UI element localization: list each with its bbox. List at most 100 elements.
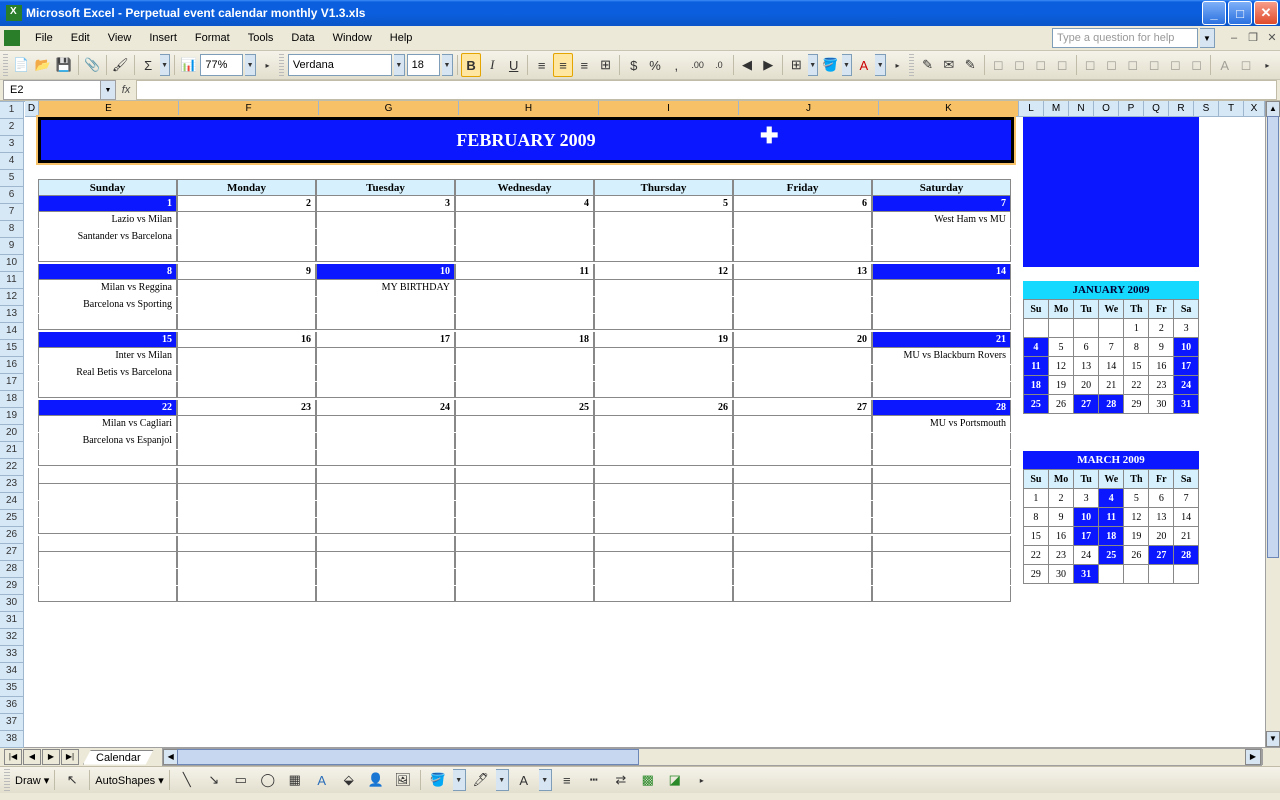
event-cell[interactable] (455, 569, 594, 585)
event-cell[interactable] (316, 348, 455, 364)
event-cell[interactable] (872, 450, 1011, 466)
fill-color-button[interactable]: 🪣 (426, 768, 450, 792)
day-number-cell[interactable] (316, 468, 455, 484)
event-cell[interactable] (455, 433, 594, 449)
toolbar-handle[interactable] (3, 54, 8, 76)
comma-button[interactable]: , (667, 53, 686, 77)
open-button[interactable]: 📂 (33, 53, 52, 77)
event-cell[interactable] (316, 416, 455, 432)
event-cell[interactable] (733, 212, 872, 228)
toolbar-handle[interactable] (4, 769, 10, 791)
fx-button[interactable]: fx (116, 84, 136, 96)
event-cell[interactable] (316, 501, 455, 517)
day-number-cell[interactable]: 6 (733, 196, 872, 212)
event-cell[interactable] (177, 569, 316, 585)
event-cell[interactable] (455, 212, 594, 228)
day-number-cell[interactable]: 10 (316, 264, 455, 280)
event-cell[interactable] (177, 484, 316, 500)
help-dropdown[interactable]: ▼ (1200, 28, 1215, 48)
event-cell[interactable] (733, 297, 872, 313)
event-cell[interactable] (594, 212, 733, 228)
merge-center-button[interactable]: ⊞ (596, 53, 615, 77)
event-cell[interactable]: MU vs Portsmouth (872, 416, 1011, 432)
event-cell[interactable] (455, 280, 594, 296)
event-cell[interactable] (594, 433, 733, 449)
event-cell[interactable] (733, 433, 872, 449)
day-number-cell[interactable]: 11 (455, 264, 594, 280)
decrease-decimal-button[interactable]: .0 (709, 53, 728, 77)
menu-edit[interactable]: Edit (62, 29, 99, 47)
menu-view[interactable]: View (99, 29, 141, 47)
italic-button[interactable]: I (483, 53, 502, 77)
day-number-cell[interactable]: 14 (872, 264, 1011, 280)
event-cell[interactable] (733, 450, 872, 466)
event-cell[interactable] (316, 365, 455, 381)
day-number-cell[interactable]: 1 (38, 196, 177, 212)
doc-minimize-button[interactable]: – (1226, 30, 1242, 46)
tab-first-button[interactable]: |◀ (4, 749, 22, 765)
font-dropdown[interactable]: ▼ (394, 54, 404, 76)
mini-cal-table[interactable]: SuMoTuWeThFrSa12345678910111213141516171… (1023, 469, 1199, 584)
event-cell[interactable] (177, 416, 316, 432)
format-painter-button[interactable]: 🖌 (110, 53, 129, 77)
event-cell[interactable] (733, 518, 872, 534)
day-number-cell[interactable] (38, 468, 177, 484)
align-right-button[interactable]: ≡ (575, 53, 594, 77)
event-cell[interactable] (177, 348, 316, 364)
fontcolor-dropdown[interactable]: ▼ (539, 769, 552, 791)
day-number-cell[interactable]: 26 (594, 400, 733, 416)
event-cell[interactable]: Santander vs Barcelona (38, 229, 177, 245)
event-cell[interactable] (733, 229, 872, 245)
event-cell[interactable] (455, 365, 594, 381)
day-number-cell[interactable]: 16 (177, 332, 316, 348)
day-number-cell[interactable]: 12 (594, 264, 733, 280)
scroll-right-button[interactable]: ▶ (1245, 749, 1261, 765)
event-cell[interactable] (316, 314, 455, 330)
day-number-cell[interactable]: 24 (316, 400, 455, 416)
doc-restore-button[interactable]: ❐ (1245, 30, 1261, 46)
event-cell[interactable] (594, 450, 733, 466)
event-cell[interactable] (177, 552, 316, 568)
event-cell[interactable] (316, 450, 455, 466)
help-search-input[interactable]: Type a question for help (1052, 28, 1198, 48)
scroll-thumb[interactable] (177, 749, 639, 765)
autosum-button[interactable]: Σ (139, 53, 158, 77)
event-cell[interactable] (594, 229, 733, 245)
day-number-cell[interactable]: 23 (177, 400, 316, 416)
event-cell[interactable] (872, 501, 1011, 517)
event-cell[interactable] (177, 212, 316, 228)
event-cell[interactable] (316, 586, 455, 602)
increase-decimal-button[interactable]: .00 (688, 53, 707, 77)
event-cell[interactable] (733, 484, 872, 500)
event-cell[interactable] (594, 416, 733, 432)
picture-button[interactable]: 🖼 (391, 768, 415, 792)
decrease-indent-button[interactable]: ◀ (737, 53, 756, 77)
day-number-cell[interactable]: 3 (316, 196, 455, 212)
name-box-dropdown[interactable]: ▼ (101, 80, 116, 100)
event-cell[interactable] (872, 229, 1011, 245)
event-cell[interactable] (594, 569, 733, 585)
event-cell[interactable] (38, 501, 177, 517)
increase-indent-button[interactable]: ▶ (759, 53, 778, 77)
toolbar-options[interactable]: ▸ (1258, 53, 1277, 77)
day-number-cell[interactable] (177, 536, 316, 552)
save-button[interactable]: 💾 (54, 53, 73, 77)
event-cell[interactable] (177, 382, 316, 398)
reviewing-button[interactable]: ✉ (939, 53, 958, 77)
event-cell[interactable] (594, 314, 733, 330)
day-number-cell[interactable] (872, 468, 1011, 484)
day-number-cell[interactable]: 19 (594, 332, 733, 348)
align-left-button[interactable]: ≡ (532, 53, 551, 77)
event-cell[interactable] (38, 518, 177, 534)
day-number-cell[interactable]: 15 (38, 332, 177, 348)
menu-data[interactable]: Data (282, 29, 323, 47)
day-number-cell[interactable]: 21 (872, 332, 1011, 348)
dash-style-button[interactable]: ┅ (582, 768, 606, 792)
event-cell[interactable] (316, 484, 455, 500)
event-cell[interactable] (316, 229, 455, 245)
day-number-cell[interactable] (872, 536, 1011, 552)
toolbar-handle[interactable] (279, 54, 284, 76)
event-cell[interactable] (733, 365, 872, 381)
new-button[interactable]: 📄 (12, 53, 31, 77)
excel-icon[interactable] (4, 30, 20, 46)
